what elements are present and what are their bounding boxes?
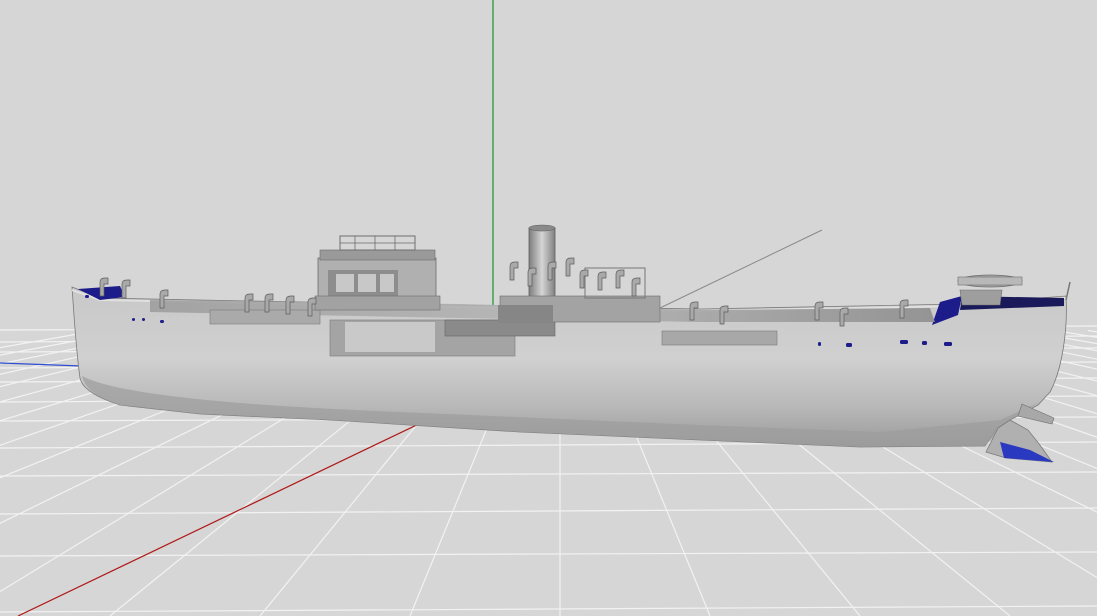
aft-deckhouse bbox=[661, 330, 778, 346]
porthole bbox=[922, 341, 927, 345]
midship-deckhouse-highlight bbox=[345, 322, 435, 352]
viewport-scene[interactable] bbox=[0, 0, 1097, 616]
porthole bbox=[846, 343, 852, 347]
porthole bbox=[85, 295, 89, 298]
porthole bbox=[818, 342, 821, 346]
porthole bbox=[944, 342, 952, 346]
porthole bbox=[160, 320, 164, 323]
porthole bbox=[900, 340, 908, 344]
3d-viewport[interactable] bbox=[0, 0, 1097, 616]
porthole bbox=[142, 318, 145, 321]
porthole bbox=[132, 318, 135, 321]
